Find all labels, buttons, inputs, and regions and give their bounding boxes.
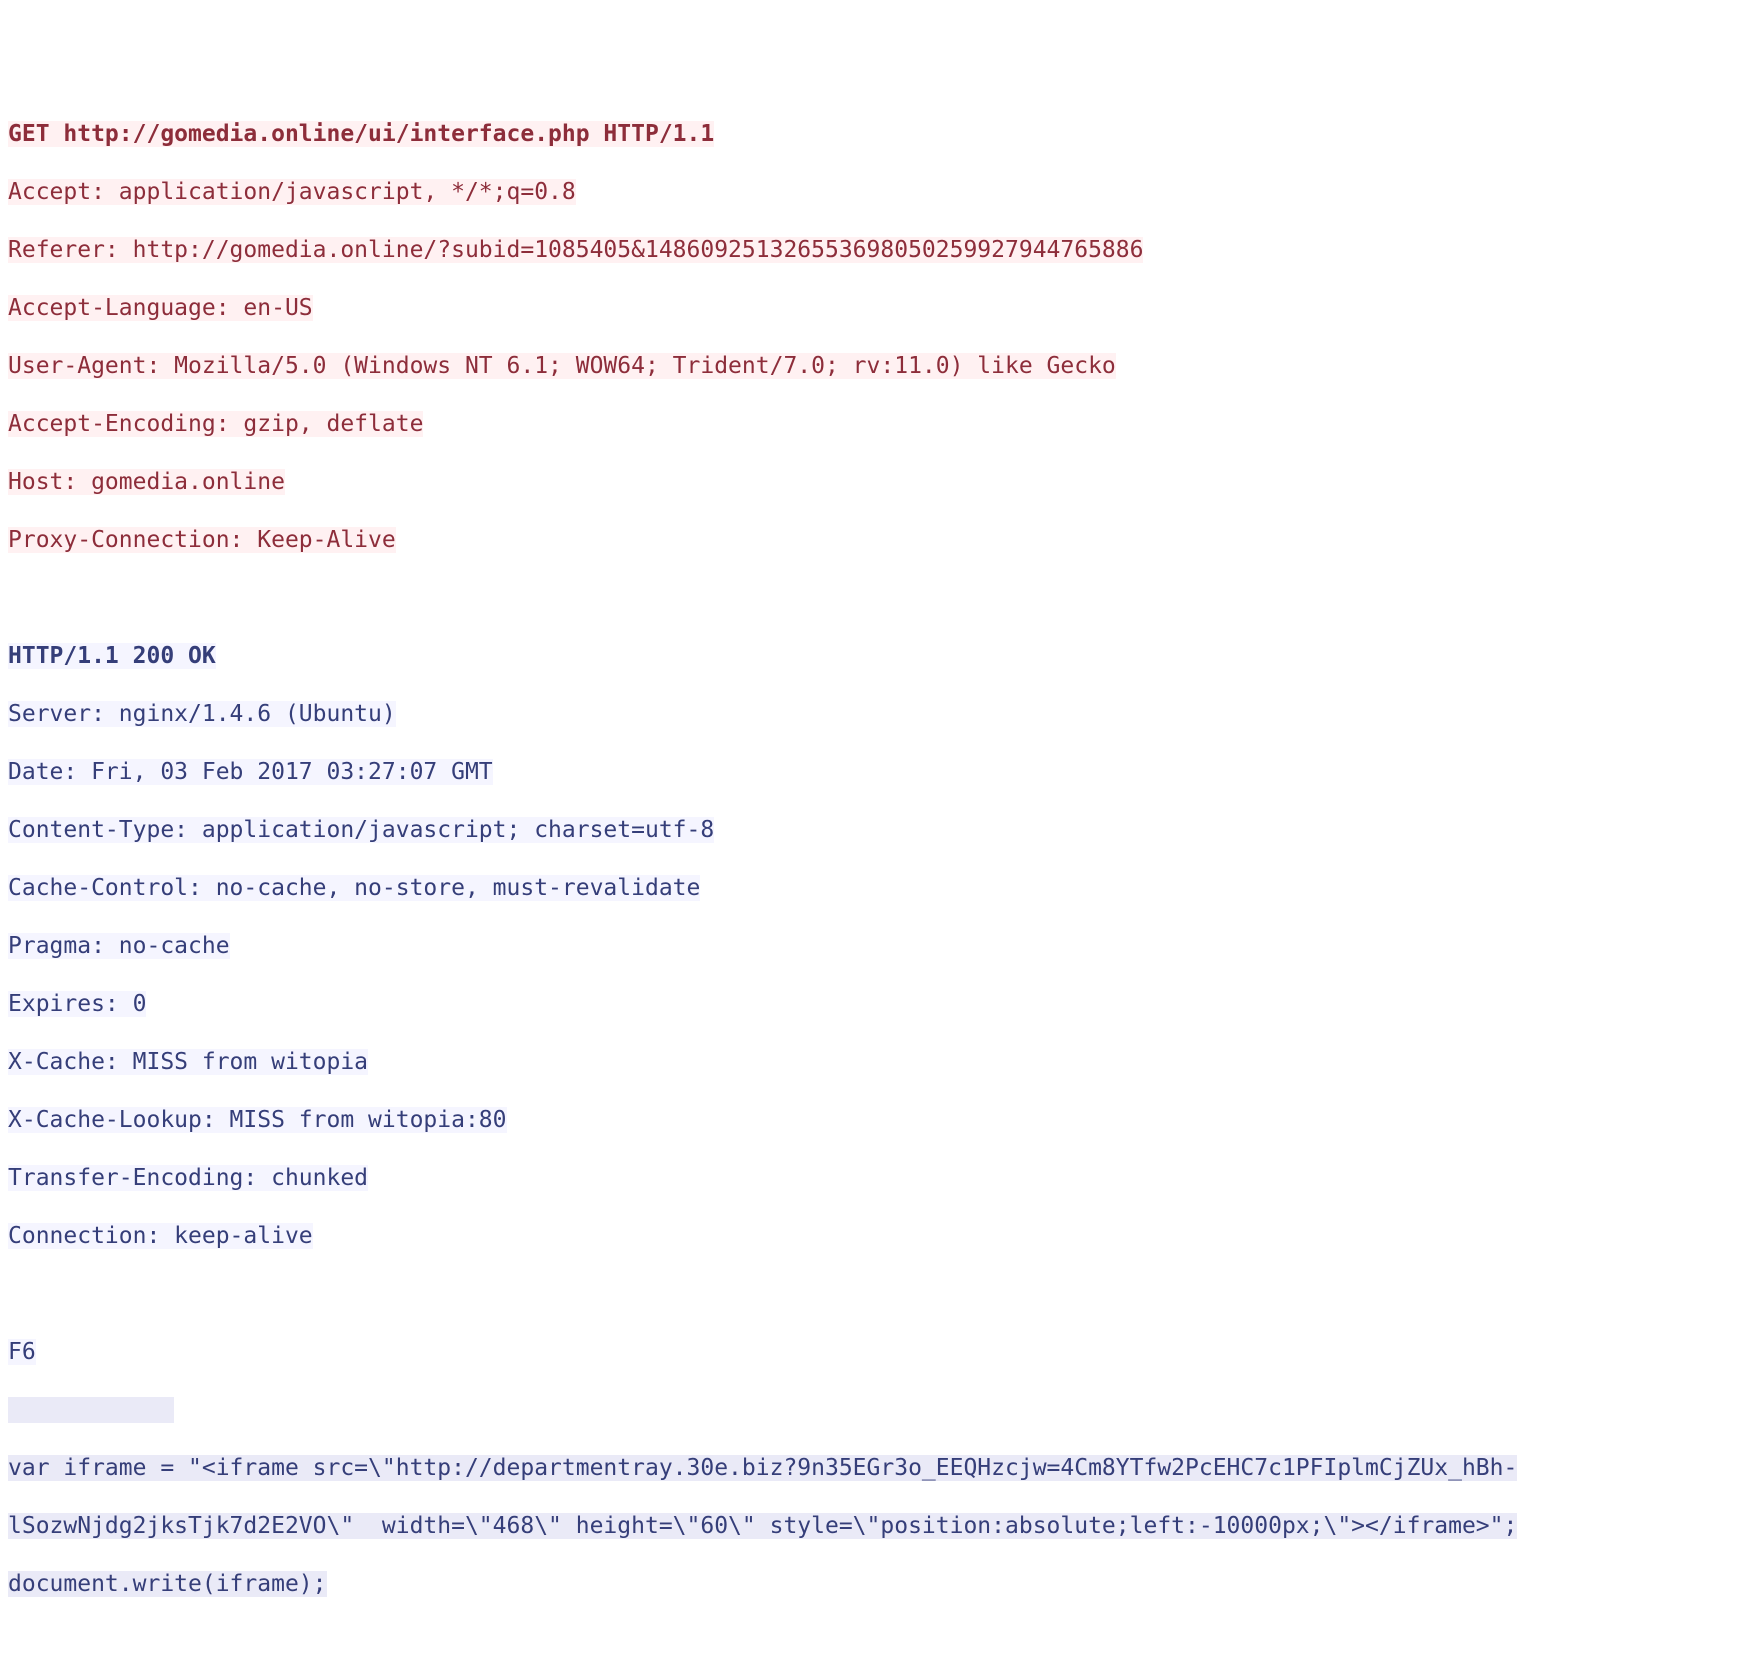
http-header-server: Server: nginx/1.4.6 (Ubuntu) <box>8 701 396 727</box>
http-header-referer: Referer: http://gomedia.online/?subid=10… <box>8 237 1143 263</box>
body-js-line-3: document.write(iframe); <box>8 1571 327 1597</box>
http-header-accept-encoding: Accept-Encoding: gzip, deflate <box>8 411 423 437</box>
body-js-line-2: lSozwNjdg2jksTjk7d2E2VO\" width=\"468\" … <box>8 1513 1517 1539</box>
http-header-pragma: Pragma: no-cache <box>8 933 230 959</box>
chunk-size: F6 <box>8 1339 36 1365</box>
body-js-line-1: var iframe = "<iframe src=\"http://depar… <box>8 1455 1517 1481</box>
http-status-line: HTTP/1.1 200 OK <box>8 643 216 669</box>
http-header-cache-control: Cache-Control: no-cache, no-store, must-… <box>8 875 700 901</box>
http-header-x-cache: X-Cache: MISS from witopia <box>8 1049 368 1075</box>
blank-line <box>8 584 1744 613</box>
http-header-accept-language: Accept-Language: en-US <box>8 295 313 321</box>
http-header-date: Date: Fri, 03 Feb 2017 03:27:07 GMT <box>8 759 493 785</box>
http-header-transfer-encoding: Transfer-Encoding: chunked <box>8 1165 368 1191</box>
http-header-proxy-connection: Proxy-Connection: Keep-Alive <box>8 527 396 553</box>
http-header-connection: Connection: keep-alive <box>8 1223 313 1249</box>
http-header-x-cache-lookup: X-Cache-Lookup: MISS from witopia:80 <box>8 1107 507 1133</box>
http-header-user-agent: User-Agent: Mozilla/5.0 (Windows NT 6.1;… <box>8 353 1116 379</box>
blank-line <box>8 1280 1744 1309</box>
http-request-line: GET http://gomedia.online/ui/interface.p… <box>8 121 714 147</box>
body-padding <box>8 1397 174 1423</box>
http-header-accept: Accept: application/javascript, */*;q=0.… <box>8 179 576 205</box>
http-header-content-type: Content-Type: application/javascript; ch… <box>8 817 714 843</box>
http-header-host: Host: gomedia.online <box>8 469 285 495</box>
http-header-expires: Expires: 0 <box>8 991 146 1017</box>
